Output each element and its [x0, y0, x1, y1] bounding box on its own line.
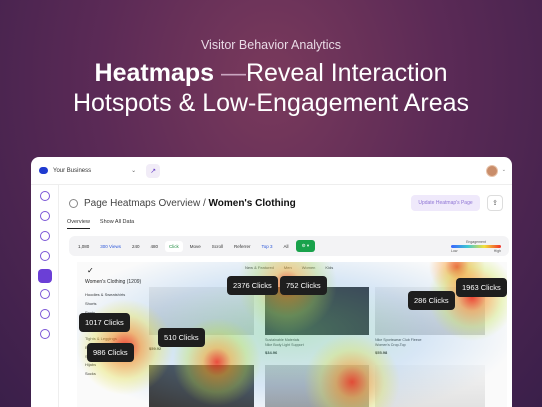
sidebar-analytics-icon[interactable] — [40, 211, 50, 221]
category-item: Hoodies & Sweatshirts — [85, 292, 126, 297]
sidebar-security-icon[interactable] — [40, 309, 50, 319]
hotspot-label[interactable]: 752 Clicks — [280, 276, 327, 295]
hotspot-label[interactable]: 2376 Clicks — [227, 276, 278, 295]
sidebar-cart-icon[interactable] — [40, 231, 50, 241]
engagement-legend-title: Engagement — [466, 239, 486, 244]
product-image — [149, 365, 254, 407]
brand-logo-icon: ✓ — [87, 266, 94, 275]
preview-nav: New & Featured Men Women Kids — [245, 265, 333, 270]
category-list: Hoodies & Sweatshirts Shorts Pants Jacke… — [85, 291, 125, 379]
product-image — [375, 365, 485, 407]
external-link-button[interactable]: ↗ — [146, 163, 161, 178]
product-price: $34.96 — [265, 350, 278, 355]
sidebar — [31, 185, 59, 407]
sidebar-settings-icon[interactable] — [40, 329, 50, 339]
breadcrumb-parent[interactable]: Page Heatmaps Overview / — [84, 198, 206, 209]
category-item: Socks — [85, 371, 96, 377]
back-icon[interactable] — [69, 199, 78, 208]
engagement-legend: Engagement Low High — [448, 240, 504, 253]
business-name: Your Business — [53, 167, 92, 174]
engagement-high-label: High — [493, 248, 501, 253]
tab-bar: Overview Show All Data — [67, 219, 134, 229]
preview-nav-item: New & Featured — [245, 265, 274, 270]
product-info: Sustainable Materials Nike Body Light Su… — [265, 338, 304, 348]
category-heading: Women's Clothing (1209) — [85, 279, 142, 285]
share-button[interactable]: ⇪ — [487, 195, 503, 211]
all-filter-button[interactable]: All — [280, 241, 293, 252]
business-chevron-down-icon[interactable]: ⌄ — [131, 167, 136, 174]
hotspot-label[interactable]: 510 Clicks — [158, 328, 205, 347]
hero-title-line2: Hotspots & Low-Engagement Areas — [72, 89, 470, 117]
product-image — [265, 365, 369, 407]
views-active-pill[interactable]: 300 Views — [96, 241, 125, 252]
hero-title-bold: Heatmaps — [94, 59, 215, 87]
category-item: Hijabs — [85, 362, 97, 368]
product-price: $55.98 — [375, 350, 388, 355]
scroll-mode-button[interactable]: Scroll — [208, 241, 227, 252]
product-desc: Women's Crop-Top — [375, 343, 406, 347]
tab-overview[interactable]: Overview — [67, 219, 90, 229]
hotspot-label[interactable]: 1963 Clicks — [456, 278, 507, 297]
hero-eyebrow: Visitor Behavior Analytics — [200, 38, 342, 52]
hero-title-dash: — — [220, 59, 246, 87]
move-mode-button[interactable]: Move — [186, 241, 205, 252]
engagement-low-label: Low — [451, 248, 458, 253]
top-bar: Your Business ⌄ ↗ ⌄ — [31, 157, 512, 185]
filter-dropdown-button[interactable]: ⚙ ▾ — [295, 240, 316, 252]
preview-nav-item: Kids — [325, 265, 334, 270]
click-mode-button[interactable]: Click — [164, 240, 183, 252]
breadcrumb-current: Women's Clothing — [208, 198, 296, 209]
preview-nav-item: Women — [301, 265, 316, 270]
hero-title-rest: Reveal Interaction — [245, 59, 448, 87]
engagement-gradient — [451, 244, 501, 248]
tab-show-all-data[interactable]: Show All Data — [100, 219, 134, 229]
avatar-chevron-down-icon[interactable]: ⌄ — [502, 167, 506, 173]
hotspot-label[interactable]: 1017 Clicks — [79, 313, 130, 332]
heatmap-controls: 1,080 300 Views 240 480 Click Move Scrol… — [69, 236, 509, 256]
product-info: Nike Sportswear Club Fleece Women's Crop… — [375, 338, 422, 348]
avatar[interactable] — [486, 165, 498, 177]
sidebar-heatmaps-icon[interactable] — [38, 269, 52, 283]
business-switcher[interactable]: Your Business — [39, 167, 91, 174]
sidebar-dashboard-icon[interactable] — [40, 191, 50, 201]
top-filter-button[interactable]: Top 3 — [258, 241, 277, 252]
category-item: Shorts — [85, 300, 97, 306]
app-window: Your Business ⌄ ↗ ⌄ Page Heatmaps Overvi… — [31, 157, 512, 407]
product-desc: Nike Body Light Support — [265, 343, 304, 347]
sidebar-users-icon[interactable] — [40, 251, 50, 261]
preview-nav-item: Men — [283, 265, 292, 270]
breadcrumb: Page Heatmaps Overview / Women's Clothin… — [84, 198, 296, 209]
referrer-mode-button[interactable]: Referrer — [230, 241, 255, 252]
update-heatmap-page-button[interactable]: Update Heatmap's Page — [411, 195, 480, 211]
business-logo-icon — [39, 167, 48, 174]
page-title: Page Heatmaps Overview / Women's Clothin… — [69, 198, 296, 209]
hotspot-label[interactable]: 286 Clicks — [408, 291, 455, 310]
mobile-count-pill[interactable]: 480 — [146, 241, 162, 252]
views-total-pill[interactable]: 1,080 — [74, 241, 93, 252]
sidebar-reports-icon[interactable] — [40, 289, 50, 299]
product-price: $59.92 — [149, 346, 162, 351]
hotspot-label[interactable]: 986 Clicks — [87, 343, 134, 362]
hero-headline: Heatmaps —Reveal Interaction Hotspots & … — [0, 58, 542, 118]
desktop-count-pill[interactable]: 240 — [128, 241, 144, 252]
